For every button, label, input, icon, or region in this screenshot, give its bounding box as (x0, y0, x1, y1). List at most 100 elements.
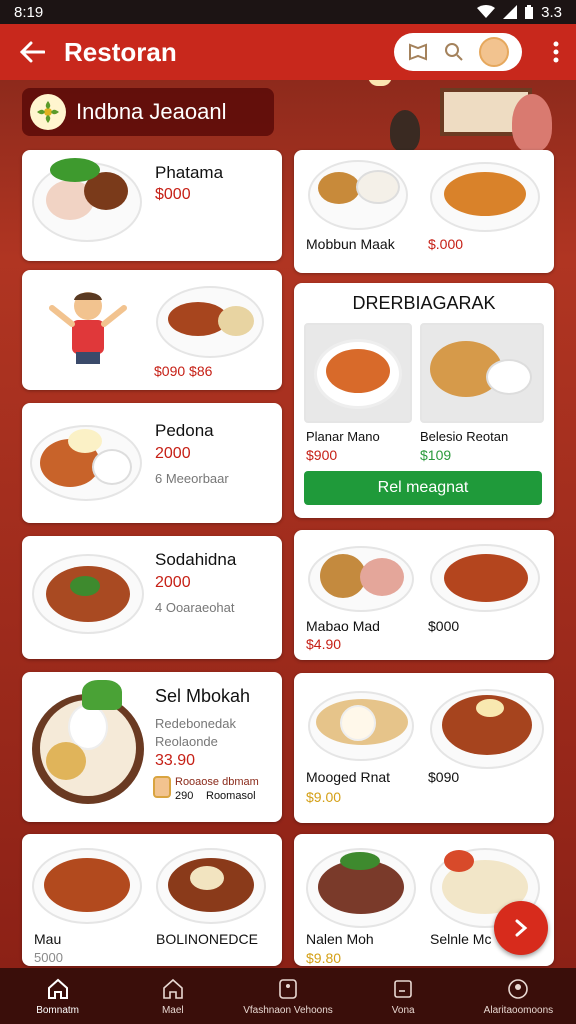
menu-card[interactable]: Sodahidna 2000 4 Ooaraeohat (22, 536, 282, 659)
food-image (50, 158, 100, 182)
back-button[interactable] (0, 24, 64, 80)
dish-price: 2000 (155, 574, 191, 591)
food-image (476, 699, 504, 717)
featured-title: DRERBIAGARAK (352, 293, 496, 313)
next-fab-button[interactable] (494, 901, 548, 955)
dish-price: $9.80 (306, 950, 342, 966)
menu-card[interactable]: Phatama $000 (22, 150, 282, 261)
wifi-icon (477, 5, 496, 18)
dish-description: Reolaonde (155, 734, 218, 749)
chevron-right-icon (515, 919, 528, 937)
dish-name: Nalen Moh (306, 931, 374, 947)
featured-card[interactable]: DRERBIAGARAK Planar Mano $900 Belesio Re… (294, 283, 554, 518)
status-time: 8:19 (14, 3, 44, 21)
menu-card[interactable]: Mooged Rnat $9.00 $090 (294, 673, 554, 823)
nav-label: Bomnatm (36, 1004, 79, 1016)
food-image (444, 554, 528, 602)
chef-figure (512, 94, 552, 152)
dish-name: Belesio Reotan (420, 429, 509, 444)
menu-card[interactable]: Sel Mbokah Redebonedak Reolaonde 33.90 R… (22, 672, 282, 822)
dish-price: $109 (420, 447, 452, 463)
food-image (340, 705, 376, 741)
dish-description: Redebonedak (155, 716, 236, 731)
dish-price: $.000 (428, 236, 464, 252)
dish-name: Mobbun Maak (306, 236, 395, 252)
boy-illustration (49, 292, 127, 364)
dish-price: $000 (155, 186, 191, 203)
food-image (318, 172, 360, 204)
book-icon[interactable] (407, 41, 429, 63)
search-icon[interactable] (443, 41, 465, 63)
reviewer-price: 290 (175, 790, 194, 802)
dish-subtitle: 4 Ooaraeohat (155, 600, 235, 615)
restaurant-name: Indbna Jeaoanl (76, 99, 227, 124)
food-image (486, 359, 532, 395)
restaurant-badge[interactable]: Indbna Jeaoanl (22, 88, 274, 136)
status-icons: 3.3 (477, 4, 562, 21)
nav-item-orders[interactable]: Vona (346, 968, 461, 1024)
nav-item-profile[interactable]: Alaritaoomoons (461, 968, 576, 1024)
dish-name: Phatama (155, 163, 224, 182)
food-image (444, 172, 526, 216)
more-button[interactable] (536, 24, 576, 80)
dish-name: Pedona (155, 421, 214, 440)
leaf-logo-icon (37, 101, 59, 123)
action-pill (394, 33, 522, 71)
dish-name: Mau (34, 931, 62, 947)
page-title: Restoran (64, 36, 177, 67)
food-image (44, 858, 130, 912)
card-icon (279, 978, 297, 999)
bottom-navigation: Bomnatm Mael Vfashnaon Vehoons Vona Alar… (0, 968, 576, 1024)
battery-icon (525, 5, 534, 19)
dish-name: Mooged Rnat (306, 769, 391, 785)
dish-price: 33.90 (155, 752, 196, 769)
food-image (68, 429, 102, 453)
nav-label: Vona (391, 1004, 415, 1016)
dish-price: $000 (428, 618, 460, 634)
lamp-decoration (368, 80, 392, 86)
dish-price: $090 $86 (154, 363, 213, 379)
nav-label: Vfashnaon Vehoons (243, 1004, 333, 1016)
profile-icon (508, 978, 529, 999)
menu-card[interactable]: Mabao Mad $4.90 $000 (294, 530, 554, 660)
dish-price: $9.00 (306, 789, 342, 805)
food-image (360, 558, 404, 596)
nav-label: Alaritaoomoons (483, 1004, 554, 1016)
food-image (340, 852, 380, 870)
food-image (356, 170, 400, 204)
reviewer-place: Roomasol (206, 790, 256, 802)
menu-card[interactable]: Mobbun Maak $.000 (294, 150, 554, 273)
dish-price: 5000 (34, 950, 63, 965)
restaurant-logo (30, 94, 66, 130)
nav-item-home[interactable]: Bomnatm (0, 968, 115, 1024)
reviewer-name: Rooaose dbmam (175, 776, 259, 788)
reserve-button[interactable]: Rel meagnat (304, 471, 542, 505)
menu-card[interactable]: $090 $86 (22, 270, 282, 390)
dish-price: $090 (428, 769, 460, 785)
signal-icon (503, 5, 518, 19)
dish-name: Sodahidna (155, 550, 237, 569)
food-image (218, 306, 254, 336)
food-image (92, 449, 132, 485)
battery-level: 3.3 (541, 3, 562, 21)
dish-subtitle: 6 Meeorbaar (155, 471, 229, 486)
dish-price: $900 (306, 447, 338, 463)
nav-item-menu[interactable]: Mael (115, 968, 230, 1024)
app-bar: Restoran (0, 24, 576, 80)
back-arrow-icon (19, 41, 45, 63)
food-image (82, 680, 122, 710)
home-icon (47, 978, 68, 999)
menu-card[interactable]: Pedona 2000 6 Meeorbaar (22, 403, 282, 523)
user-avatar[interactable] (479, 37, 509, 67)
nav-item-reservations[interactable]: Vfashnaon Vehoons (230, 968, 345, 1024)
food-image (70, 576, 100, 596)
home-outline-icon (162, 978, 183, 999)
food-image (190, 866, 224, 890)
waiter-figure (390, 110, 420, 152)
food-image (326, 349, 390, 393)
dish-name: BOLINONEDCE (156, 931, 258, 947)
dish-name: Mabao Mad (306, 618, 380, 634)
dish-name: Selnle Mc (430, 931, 492, 947)
food-image (46, 742, 86, 780)
menu-card[interactable]: Mau 5000 BOLINONEDCE (22, 834, 282, 966)
